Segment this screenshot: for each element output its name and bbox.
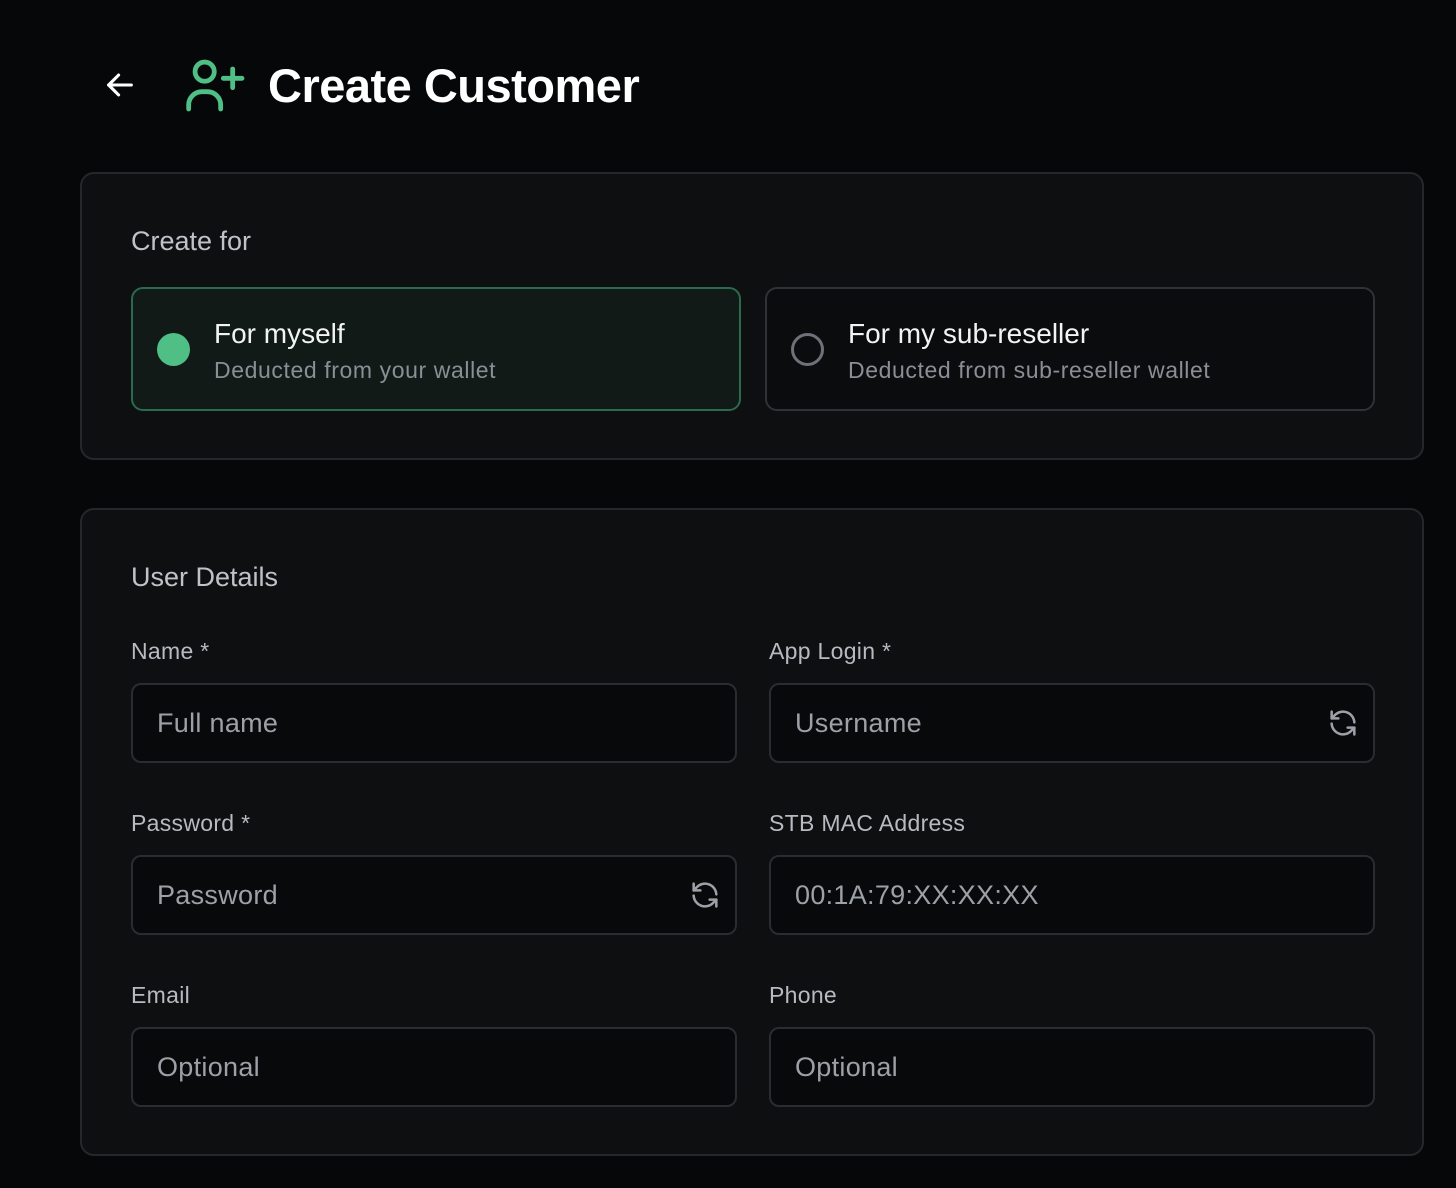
phone-input[interactable]	[771, 1029, 1373, 1105]
name-input[interactable]	[133, 685, 735, 761]
mac-address-label: STB MAC Address	[769, 810, 966, 836]
create-for-title: Create for	[131, 226, 252, 256]
option-title: For my sub-reseller	[848, 318, 1090, 349]
generate-username-button[interactable]	[1313, 685, 1373, 761]
mac-address-field	[769, 855, 1375, 935]
phone-field	[769, 1027, 1375, 1107]
app-login-input[interactable]	[771, 685, 1313, 761]
mac-address-input[interactable]	[771, 857, 1373, 933]
user-plus-icon	[182, 53, 246, 117]
name-field	[131, 683, 737, 763]
password-input[interactable]	[133, 857, 675, 933]
user-details-card: User Details Name * App Login * Password…	[80, 508, 1424, 1156]
create-for-card: Create for For myself Deducted from your…	[80, 172, 1424, 460]
email-label: Email	[131, 982, 191, 1008]
refresh-icon	[692, 882, 718, 908]
option-subtitle: Deducted from your wallet	[214, 357, 497, 383]
generate-password-button[interactable]	[675, 857, 735, 933]
create-customer-page: Create Customer Create for For myself De…	[0, 0, 1456, 1188]
name-label: Name *	[131, 638, 210, 664]
password-field	[131, 855, 737, 935]
app-login-label: App Login *	[769, 638, 892, 664]
email-field	[131, 1027, 737, 1107]
page-header: Create Customer	[100, 50, 640, 120]
back-button[interactable]	[100, 65, 140, 105]
phone-label: Phone	[769, 982, 838, 1008]
user-details-title: User Details	[131, 562, 279, 592]
option-for-myself[interactable]: For myself Deducted from your wallet	[131, 287, 741, 411]
password-label: Password *	[131, 810, 251, 836]
refresh-icon	[1330, 710, 1356, 736]
option-title: For myself	[214, 318, 345, 349]
option-for-sub-reseller[interactable]: For my sub-reseller Deducted from sub-re…	[765, 287, 1375, 411]
arrow-left-icon	[107, 73, 133, 97]
page-title: Create Customer	[268, 58, 640, 112]
email-input[interactable]	[133, 1029, 735, 1105]
radio-for-myself[interactable]	[157, 333, 190, 366]
app-login-field	[769, 683, 1375, 763]
radio-for-sub-reseller[interactable]	[791, 333, 824, 366]
option-subtitle: Deducted from sub-reseller wallet	[848, 357, 1211, 383]
